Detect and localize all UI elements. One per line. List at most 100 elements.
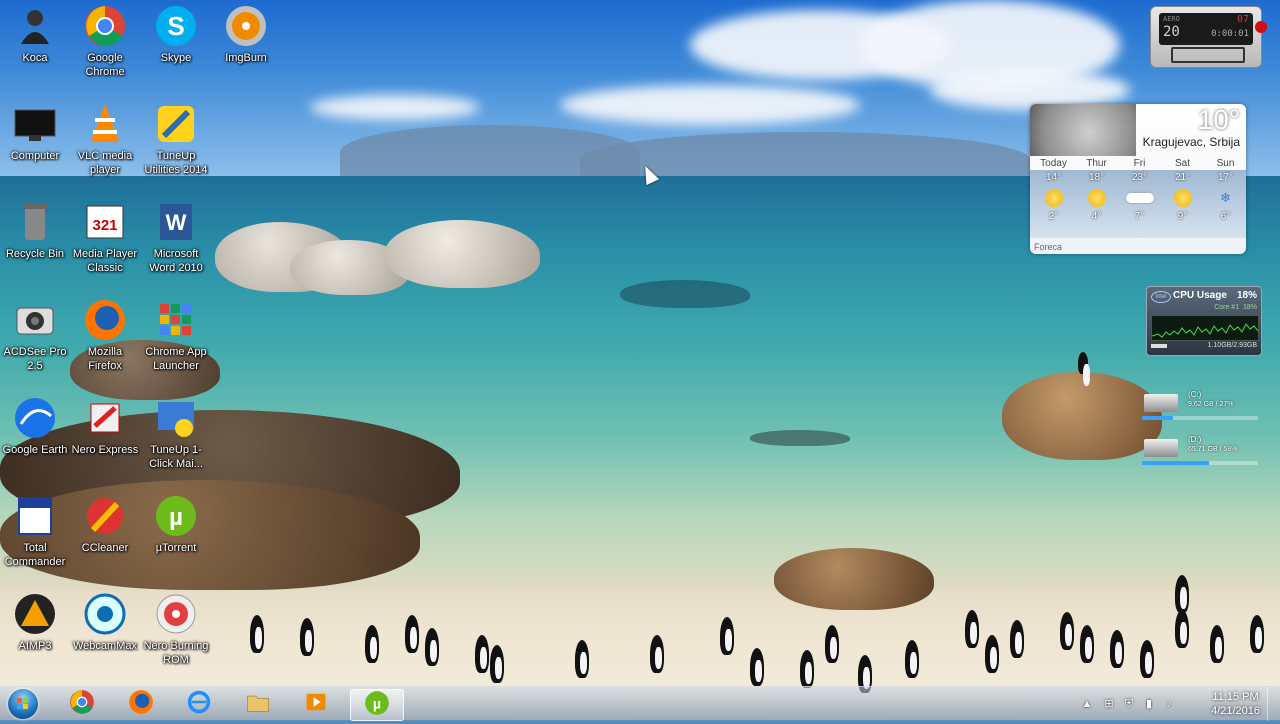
- volume-icon[interactable]: ♪: [1162, 697, 1176, 711]
- chrome-icon: [83, 4, 127, 48]
- forecast-day: Thur 18° 4°: [1075, 156, 1118, 240]
- moon-icon: [1030, 104, 1136, 156]
- drive-gadget[interactable]: (D:) 65.71 GB / 58%: [1142, 433, 1260, 471]
- desktop-icon-label: Microsoft Word 2010: [149, 248, 203, 274]
- taskbar-button-firefox[interactable]: [115, 689, 167, 719]
- taskbar-clock[interactable]: 11:15 PM 4/21/2016: [1211, 690, 1260, 718]
- clock-gadget-screen: AERO 20 07 0:00:01: [1159, 13, 1253, 45]
- desktop-icon-label: Computer: [10, 150, 60, 162]
- tray-expand-icon[interactable]: ▲: [1080, 697, 1094, 711]
- desktop-icon[interactable]: ACDSee Pro 2.5: [0, 298, 70, 373]
- desktop-icon-label: TuneUp Utilities 2014: [144, 150, 208, 176]
- desktop-icon-label: Skype: [160, 52, 192, 64]
- taskbar-button-internet-explorer[interactable]: [173, 689, 225, 719]
- total-commander-icon: [13, 494, 57, 538]
- cloud-icon: [1125, 193, 1154, 203]
- taskbar-button-chrome[interactable]: [56, 689, 108, 719]
- desktop-icon-label: WebcamMax: [73, 640, 137, 652]
- forecast-day-name: Sat: [1174, 158, 1190, 169]
- desktop-icon[interactable]: AIMP3: [0, 592, 70, 653]
- desktop-icon[interactable]: WebcamMax: [70, 592, 140, 653]
- forecast-day: Sat 21° 9°: [1161, 156, 1204, 240]
- utorrent-icon: µ: [154, 494, 198, 538]
- taskbar-button-media[interactable]: [290, 689, 342, 719]
- desktop-icon[interactable]: Chrome App Launcher: [141, 298, 211, 373]
- desktop-icon[interactable]: ImgBurn: [211, 4, 281, 65]
- desktop-icon[interactable]: CCleaner: [70, 494, 140, 555]
- drive-usage-bar: [1142, 461, 1258, 465]
- drive-stats: 9.62 GB / 27%: [1188, 401, 1234, 408]
- desktop-icon[interactable]: VLC media player: [70, 102, 140, 177]
- desktop-icon-label: Koca: [22, 52, 48, 64]
- drive-usage-fill: [1142, 416, 1174, 420]
- desktop-icon[interactable]: Nero Express: [70, 396, 140, 457]
- clock-gadget-lcd: [1171, 47, 1245, 63]
- desktop-icon-label: Total Commander: [4, 542, 66, 568]
- drive-gadget[interactable]: (C:) 9.62 GB / 27%: [1142, 388, 1260, 426]
- taskbar-button-utorrent[interactable]: µ: [350, 689, 404, 721]
- nero-burning-icon: [154, 592, 198, 636]
- desktop-icon[interactable]: Computer: [0, 102, 70, 163]
- webcammax-icon: [83, 592, 127, 636]
- desktop-icon[interactable]: Koca: [0, 4, 70, 65]
- svg-text:µ: µ: [373, 696, 381, 712]
- desktop-icon[interactable]: TuneUp 1-Click Mai...: [141, 396, 211, 471]
- vlc-icon: [83, 102, 127, 146]
- word-icon: W: [154, 200, 198, 244]
- network-icon[interactable]: ▮: [1142, 697, 1156, 711]
- skype-icon: S: [154, 4, 198, 48]
- desktop-icon[interactable]: Total Commander: [0, 494, 70, 569]
- cpu-core: Core #1 18%: [1214, 304, 1257, 311]
- cpu-gadget[interactable]: intel CPU Usage 18% Core #1 18% 1.10GB/2…: [1146, 286, 1262, 356]
- app-launcher-icon: [154, 298, 198, 342]
- desktop-icon[interactable]: Google Earth: [0, 396, 70, 457]
- desktop-icon[interactable]: W Microsoft Word 2010: [141, 200, 211, 275]
- action-center-icon[interactable]: ⊞: [1102, 697, 1116, 711]
- desktop-icon-label: ACDSee Pro 2.5: [3, 346, 67, 372]
- desktop-icon[interactable]: TuneUp Utilities 2014: [141, 102, 211, 177]
- desktop-icon[interactable]: Recycle Bin: [0, 200, 70, 261]
- weather-gadget[interactable]: 10° Kragujevac, Srbija Today 14° 2° Thur 18°…: [1030, 104, 1246, 254]
- desktop-icon[interactable]: S Skype: [141, 4, 211, 65]
- desktop-icon[interactable]: 321 Media Player Classic: [70, 200, 140, 275]
- clock-gadget-time: 0:00:01: [1211, 29, 1249, 39]
- cpu-core-percent: 18%: [1242, 304, 1257, 311]
- snow-icon: ❄: [1220, 190, 1231, 205]
- desktop-icon-label: Recycle Bin: [5, 248, 65, 260]
- memory-usage: 1.10GB/2.93GB: [1207, 342, 1257, 349]
- firefox-icon: [83, 298, 127, 342]
- svg-text:321: 321: [92, 217, 117, 234]
- show-desktop-button[interactable]: [1267, 687, 1280, 721]
- weather-source[interactable]: Foreca: [1034, 242, 1062, 252]
- drive-label: (C:): [1188, 390, 1202, 399]
- svg-text:W: W: [166, 210, 187, 235]
- weather-city: Kragujevac, Srbija: [1142, 135, 1240, 149]
- desktop-icon[interactable]: µ µTorrent: [141, 494, 211, 555]
- sun-icon: [1087, 189, 1106, 207]
- windows-logo-icon: [17, 698, 28, 709]
- clock-gadget[interactable]: AERO 20 07 0:00:01: [1150, 6, 1267, 68]
- record-icon[interactable]: [1255, 21, 1267, 33]
- desktop-icon[interactable]: Mozilla Firefox: [70, 298, 140, 373]
- user-folder-icon: [13, 4, 57, 48]
- drive-usage-bar: [1142, 416, 1258, 420]
- media-player-icon: [303, 689, 329, 720]
- hard-drive-icon: [1144, 394, 1178, 412]
- clock-gadget-mode: AERO: [1163, 15, 1180, 23]
- forecast-low: 6°: [1220, 211, 1231, 222]
- desktop-icon-label: AIMP3: [18, 640, 52, 652]
- tuneup-1click-icon: [154, 396, 198, 440]
- taskbar-button-explorer[interactable]: [232, 689, 284, 719]
- imgburn-icon: [224, 4, 268, 48]
- start-button[interactable]: [4, 688, 44, 720]
- desktop-icon-label: ImgBurn: [225, 52, 267, 64]
- taskbar-time: 11:15 PM: [1212, 691, 1259, 703]
- forecast-day-name: Today: [1040, 158, 1067, 169]
- desktop-icon[interactable]: Nero Burning ROM: [141, 592, 211, 667]
- security-icon[interactable]: ⛨: [1122, 697, 1136, 711]
- forecast-high: 18°: [1088, 172, 1105, 183]
- desktop-icon-label: Mozilla Firefox: [87, 346, 123, 372]
- drive-usage-fill: [1142, 461, 1210, 465]
- desktop-icon[interactable]: Google Chrome: [70, 4, 140, 79]
- folder-icon: [245, 689, 271, 720]
